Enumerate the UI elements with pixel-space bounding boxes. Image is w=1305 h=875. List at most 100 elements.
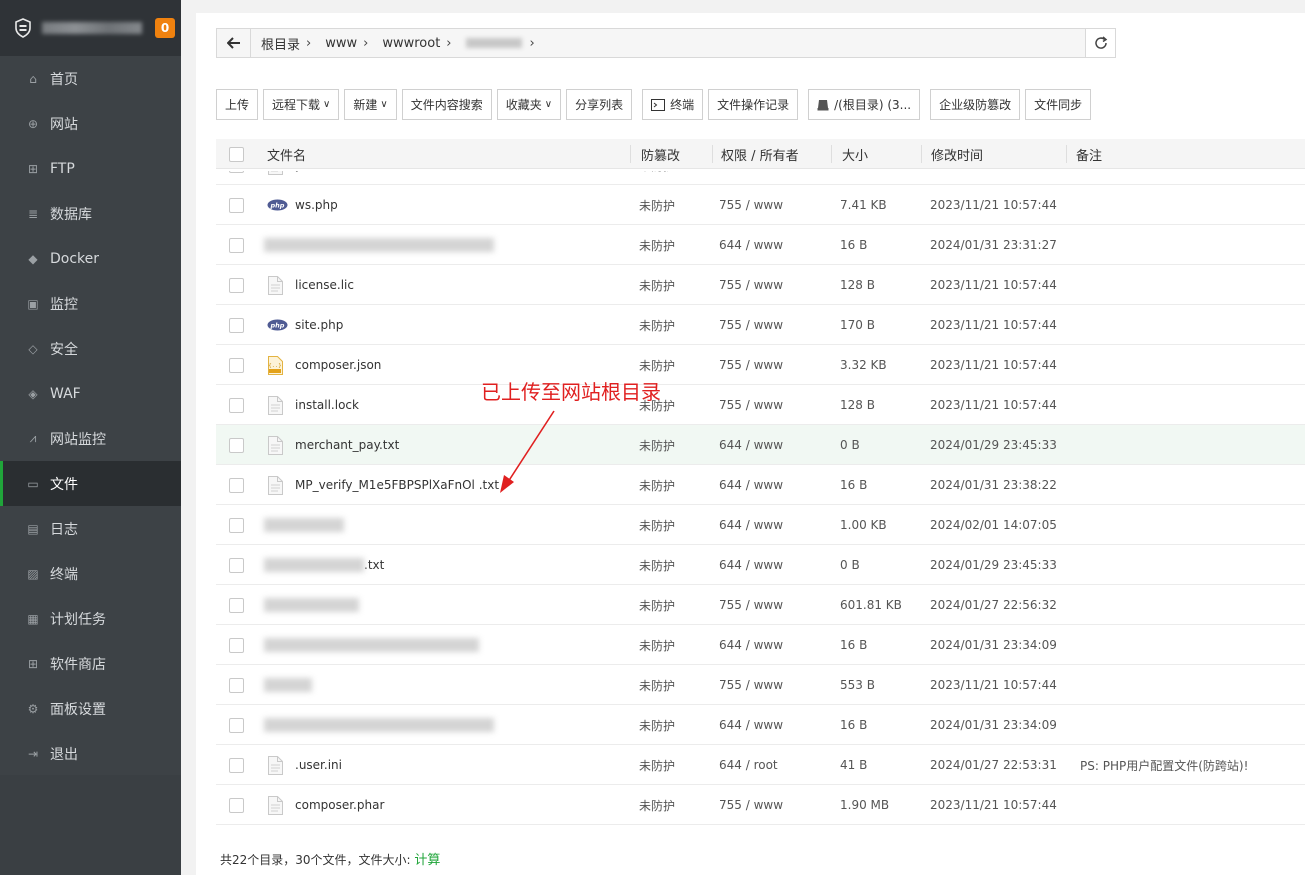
table-row[interactable]: php site.php 未防护 755 / www 170 B 2023/11/21 1… <box>216 305 1305 345</box>
protect-status[interactable]: 未防护 <box>639 465 675 505</box>
sidebar-item[interactable]: ◇ 安全 <box>0 326 181 371</box>
sidebar-item[interactable]: ⇥ 退出 <box>0 731 181 776</box>
file-name-redacted[interactable] <box>264 505 344 545</box>
back-arrow-icon[interactable] <box>217 29 251 57</box>
row-checkbox[interactable] <box>229 197 244 213</box>
header-protect[interactable]: 防篡改 <box>641 139 680 169</box>
header-name[interactable]: 文件名 <box>267 139 306 169</box>
sidebar-item[interactable]: ▤ 日志 <box>0 506 181 551</box>
table-row[interactable]: merchant_pay.txt 未防护 644 / www 0 B 2024/01/2… <box>216 425 1305 465</box>
share-list-button[interactable]: 分享列表 <box>566 89 633 120</box>
row-checkbox[interactable] <box>229 717 244 733</box>
crumb-root[interactable]: 根目录 <box>261 34 300 53</box>
file-name-redacted[interactable]: .txt <box>264 545 384 585</box>
table-row[interactable]: 未防护 755 / www 601.81 KB 2024/01/27 22:56:32 <box>216 585 1305 625</box>
row-checkbox[interactable] <box>229 557 244 573</box>
terminal-button[interactable]: 终端 <box>642 89 704 120</box>
file-name[interactable]: license.lic <box>295 265 354 305</box>
upload-button[interactable]: 上传 <box>216 89 259 120</box>
row-checkbox[interactable] <box>229 797 244 813</box>
file-name[interactable]: .user.ini <box>295 745 342 785</box>
table-row[interactable]: 未防护 644 / www 16 B 2024/01/31 23:31:27 <box>216 225 1305 265</box>
crumb-wwwroot[interactable]: wwwroot <box>382 36 440 51</box>
crumb-www[interactable]: www <box>325 36 357 51</box>
protect-status[interactable]: 未防护 <box>639 265 675 305</box>
row-checkbox[interactable] <box>229 357 244 373</box>
file-name-redacted[interactable] <box>264 225 494 265</box>
table-row[interactable]: .txt 未防护 644 / www 0 B 2024/01/29 23:45:33 <box>216 545 1305 585</box>
file-name-redacted[interactable] <box>264 705 494 745</box>
table-row[interactable]: {..} composer.json 未防护 755 / www 3.32 KB 2023… <box>216 345 1305 385</box>
row-checkbox[interactable] <box>229 237 244 253</box>
table-row[interactable]: 未防护 755 / www 553 B 2023/11/21 10:57:44 <box>216 665 1305 705</box>
tamper-protection-button[interactable]: 企业级防篡改 <box>930 89 1021 120</box>
refresh-icon[interactable] <box>1085 29 1115 57</box>
table-row[interactable]: 未防护 644 / www 16 B 2024/01/31 23:34:09 <box>216 705 1305 745</box>
sidebar-item[interactable]: ⌂ 首页 <box>0 56 181 101</box>
file-name[interactable]: composer.json <box>295 345 381 385</box>
sidebar-item[interactable]: ◆ Docker <box>0 236 181 281</box>
protect-status[interactable]: 未防护 <box>639 185 675 225</box>
sidebar-item[interactable]: ⩘ 网站监控 <box>0 416 181 461</box>
table-row[interactable]: 未防护 644 / www 1.00 KB 2024/02/01 14:07:05 <box>216 505 1305 545</box>
favorites-button[interactable]: 收藏夹 ∨ <box>496 89 562 120</box>
file-name[interactable]: site.php <box>295 305 343 345</box>
sidebar-item[interactable]: ⊞ FTP <box>0 146 181 191</box>
file-name[interactable]: ws.php <box>295 185 338 225</box>
table-row[interactable]: yii.bat 未防护 755 / www 315 B 2023/11/21 10:57… <box>216 171 1305 185</box>
table-row[interactable]: .user.ini 未防护 644 / root 41 B 2024/01/27 22:… <box>216 745 1305 785</box>
protect-status[interactable]: 未防护 <box>639 545 675 585</box>
sidebar-item[interactable]: ⊕ 网站 <box>0 101 181 146</box>
protect-status[interactable]: 未防护 <box>639 785 675 825</box>
row-checkbox[interactable] <box>229 171 244 173</box>
file-sync-button[interactable]: 文件同步 <box>1025 89 1092 120</box>
protect-status[interactable]: 未防护 <box>639 425 675 465</box>
operation-log-button[interactable]: 文件操作记录 <box>708 89 799 120</box>
select-all-checkbox[interactable] <box>229 146 244 162</box>
file-name[interactable]: install.lock <box>295 385 359 425</box>
protect-status[interactable]: 未防护 <box>639 225 675 265</box>
remote-download-button[interactable]: 远程下载 ∨ <box>263 89 340 120</box>
row-checkbox[interactable] <box>229 637 244 653</box>
row-checkbox[interactable] <box>229 277 244 293</box>
table-row[interactable]: license.lic 未防护 755 / www 128 B 2023/11/21 1… <box>216 265 1305 305</box>
protect-status[interactable]: 未防护 <box>639 505 675 545</box>
row-checkbox[interactable] <box>229 317 244 333</box>
sidebar-item[interactable]: ◈ WAF <box>0 371 181 416</box>
protect-status[interactable]: 未防护 <box>639 305 675 345</box>
crumb-redacted[interactable] <box>465 38 522 48</box>
row-checkbox[interactable] <box>229 517 244 533</box>
calculate-size-link[interactable]: 计算 <box>414 853 440 868</box>
file-name-redacted[interactable] <box>264 585 359 625</box>
row-checkbox[interactable] <box>229 757 244 773</box>
header-mtime[interactable]: 修改时间 <box>931 139 983 169</box>
sidebar-item[interactable]: ▦ 计划任务 <box>0 596 181 641</box>
file-name[interactable]: yii.bat <box>295 171 332 185</box>
row-checkbox[interactable] <box>229 597 244 613</box>
protect-status[interactable]: 未防护 <box>639 625 675 665</box>
new-button[interactable]: 新建 ∨ <box>344 89 397 120</box>
file-name[interactable]: merchant_pay.txt <box>295 425 399 465</box>
header-perm[interactable]: 权限 / 所有者 <box>721 139 799 169</box>
table-row[interactable]: 未防护 644 / www 16 B 2024/01/31 23:34:09 <box>216 625 1305 665</box>
row-checkbox[interactable] <box>229 477 244 493</box>
row-checkbox[interactable] <box>229 437 244 453</box>
content-search-button[interactable]: 文件内容搜索 <box>401 89 492 120</box>
table-row[interactable]: php ws.php 未防护 755 / www 7.41 KB 2023/11/21 1… <box>216 185 1305 225</box>
row-checkbox[interactable] <box>229 397 244 413</box>
sidebar-item[interactable]: ▭ 文件 <box>0 461 181 506</box>
sidebar-item[interactable]: ▣ 监控 <box>0 281 181 326</box>
file-name-redacted[interactable] <box>264 665 312 705</box>
protect-status[interactable]: 未防护 <box>639 665 675 705</box>
sidebar-item[interactable]: ⚙ 面板设置 <box>0 686 181 731</box>
protect-status[interactable]: 未防护 <box>639 171 675 185</box>
file-name[interactable]: composer.phar <box>295 785 384 825</box>
file-name[interactable]: MP_verify_M1e5FBPSPlXaFnOl .txt <box>295 465 499 505</box>
sidebar-item[interactable]: ▨ 终端 <box>0 551 181 596</box>
protect-status[interactable]: 未防护 <box>639 705 675 745</box>
table-row[interactable]: install.lock 未防护 755 / www 128 B 2023/11/21 … <box>216 385 1305 425</box>
protect-status[interactable]: 未防护 <box>639 745 675 785</box>
table-row[interactable]: composer.phar 未防护 755 / www 1.90 MB 2023/11/… <box>216 785 1305 825</box>
sidebar-item[interactable]: ⊞ 软件商店 <box>0 641 181 686</box>
sidebar-item[interactable]: ≣ 数据库 <box>0 191 181 236</box>
